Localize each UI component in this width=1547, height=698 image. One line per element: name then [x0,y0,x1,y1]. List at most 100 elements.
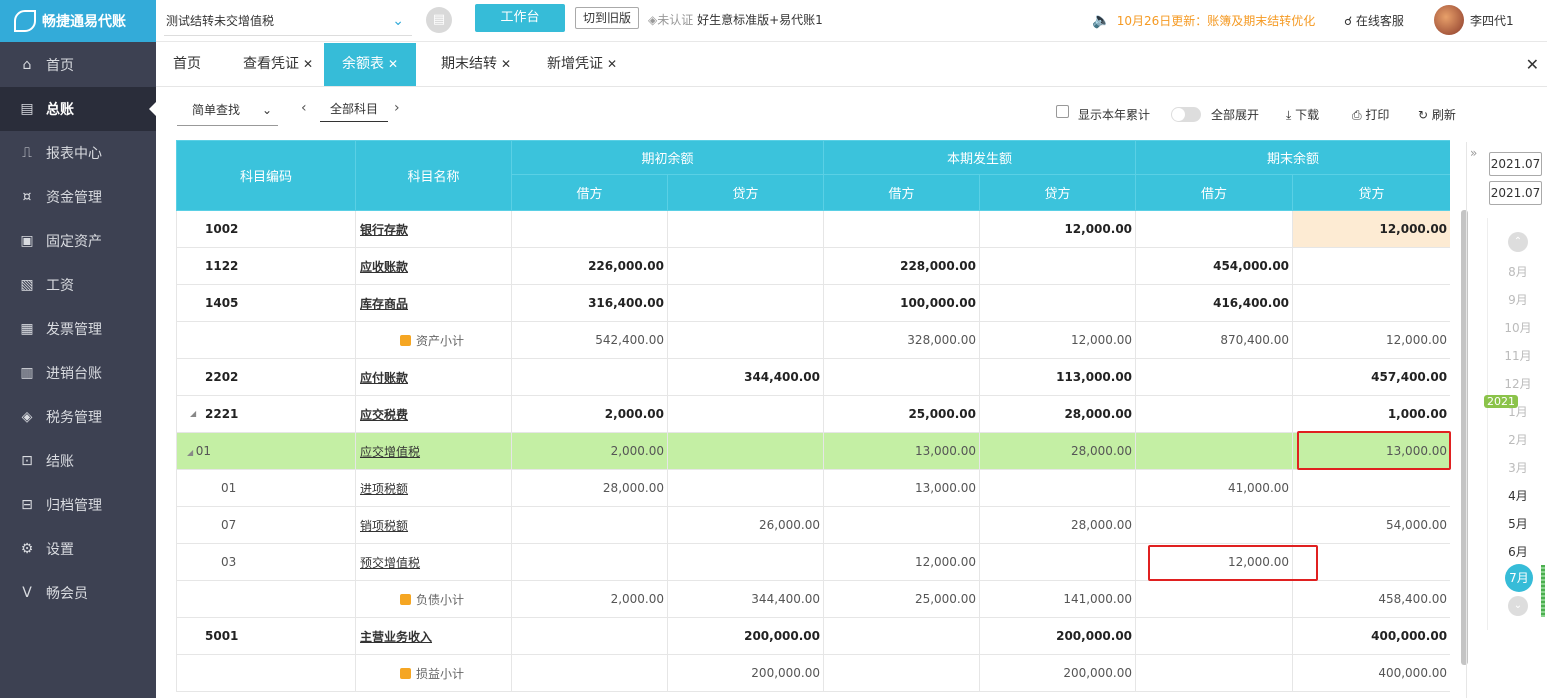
table-row[interactable]: ◢ 01 应交增值税 2,000.00 13,000.00 28,000.00 13,00… [176,432,1450,470]
sidebar-item-10[interactable]: ⊟ 归档管理 [0,483,156,527]
subject-name[interactable]: 应交税费 [360,408,408,422]
month-item[interactable]: 6月 [1488,543,1547,560]
subject-name[interactable]: 进项税额 [360,482,408,496]
subject-name[interactable]: 预交增值税 [360,556,420,570]
table-row[interactable]: 5001 主营业务收入 200,000.00 200,000.00 400,000.00 [176,617,1450,655]
table-row[interactable]: 07 销项税额 26,000.00 28,000.00 54,000.00 [176,506,1450,544]
tab-bar: 首页 查看凭证 ✕ 余额表 ✕ 期末结转 ✕ 新增凭证 ✕ ✕ [156,43,1547,87]
scroll-up-icon[interactable]: ⌃ [1508,232,1528,252]
sidebar-item-4[interactable]: ▣ 固定资产 [0,219,156,263]
tab-home[interactable]: 首页 [164,43,210,86]
sidebar-item-3[interactable]: ¤ 资金管理 [0,175,156,219]
close-all-tabs-icon[interactable]: ✕ [1526,55,1539,74]
period-end[interactable]: 2021.07 [1489,181,1542,205]
period-start[interactable]: 2021.07 [1489,152,1542,176]
month-item[interactable]: 9月 [1488,291,1547,308]
calendar-icon[interactable]: ▤ [426,7,452,33]
sidebar-item-0[interactable]: ⌂ 首页 [0,43,156,87]
sidebar-item-1[interactable]: ▤ 总账 [0,87,156,131]
collapse-panel-icon[interactable]: » [1470,146,1477,160]
expand-all-toggle[interactable] [1171,107,1201,122]
cell-amount: 41,000.00 [1135,469,1294,507]
cell-name[interactable]: 进项税额 [355,469,512,507]
tab-view-voucher[interactable]: 查看凭证 ✕ [236,43,320,86]
subject-name[interactable]: 应交增值税 [360,445,420,459]
close-icon[interactable]: ✕ [303,57,313,71]
table-row[interactable]: 01 进项税额 28,000.00 13,000.00 41,000.00 [176,469,1450,507]
subject-name[interactable]: 库存商品 [360,297,408,311]
refresh-button[interactable]: ↻ 刷新 [1418,106,1456,123]
table-row[interactable]: 负债小计 2,000.00 344,400.00 25,000.00 141,000.0… [176,580,1450,618]
scroll-down-icon[interactable]: ⌄ [1508,596,1528,616]
sidebar-item-2[interactable]: ⎍ 报表中心 [0,131,156,175]
table-row[interactable]: 1002 银行存款 12,000.00 12,000.00 [176,210,1450,248]
company-select[interactable]: 测试结转未交增值税 ⌄ [164,6,412,36]
cell-amount: 200,000.00 [979,654,1137,692]
month-item[interactable]: 11月 [1488,347,1547,364]
month-item[interactable]: 5月 [1488,515,1547,532]
show-year-checkbox[interactable] [1056,105,1069,118]
cell-name[interactable]: 预交增值税 [355,543,512,581]
download-button[interactable]: ⤓ 下载 [1286,106,1319,123]
sidebar-item-12[interactable]: V 畅会员 [0,571,156,615]
cell-name[interactable]: 销项税额 [355,506,512,544]
cell-name[interactable]: 应交增值税 [355,432,512,470]
sidebar-item-label: 首页 [46,58,74,74]
subject-name[interactable]: 银行存款 [360,223,408,237]
cell-name[interactable]: 应交税费 [355,395,512,433]
cell-amount [1135,210,1294,248]
expand-triangle-icon[interactable]: ◢ [190,409,196,418]
cell-amount: 344,400.00 [666,580,825,618]
chevron-right-icon[interactable]: › [394,100,400,116]
table-row[interactable]: ◢ 2221 应交税费 2,000.00 25,000.00 28,000.00 1,00… [176,395,1450,433]
subject-name[interactable]: 销项税额 [360,519,408,533]
cell-name[interactable]: 应付账款 [355,358,512,396]
month-item[interactable]: 3月 [1488,459,1547,476]
table-row[interactable]: 资产小计 542,400.00 328,000.00 12,000.00 870,400… [176,321,1450,359]
table-row[interactable]: 1122 应收账款 226,000.00 228,000.00 454,000.00 [176,247,1450,285]
subject-filter[interactable]: 全部科目 [320,98,388,122]
switch-old-version-button[interactable]: 切到旧版 [575,7,639,29]
table-row[interactable]: 1405 库存商品 316,400.00 100,000.00 416,400.00 [176,284,1450,322]
subject-name[interactable]: 应付账款 [360,371,408,385]
salary-icon: ▧ [20,277,34,293]
sidebar-item-11[interactable]: ⚙ 设置 [0,527,156,571]
cell-name[interactable]: 应收账款 [355,247,512,285]
month-item[interactable]: 12月 [1488,375,1547,392]
online-support-link[interactable]: ☌ 在线客服 [1344,12,1404,29]
app-logo[interactable]: 畅捷通易代账 [0,0,156,42]
tab-balance-sheet[interactable]: 余额表 ✕ [324,43,416,86]
expand-triangle-icon[interactable]: ◢ [187,448,196,457]
sidebar-item-6[interactable]: ▦ 发票管理 [0,307,156,351]
update-notice[interactable]: 🔈 10月26日更新：账簿及期末结转优化 [1092,11,1315,29]
current-month[interactable]: 7月 [1505,564,1533,592]
tab-period-end-carryover[interactable]: 期末结转 ✕ [434,43,518,86]
user-name[interactable]: 李四代1 [1470,12,1514,29]
sidebar-item-7[interactable]: ▥ 进销台账 [0,351,156,395]
subject-name[interactable]: 应收账款 [360,260,408,274]
close-icon[interactable]: ✕ [501,57,511,71]
sidebar-item-9[interactable]: ⊡ 结账 [0,439,156,483]
table-row[interactable]: 损益小计 200,000.00 200,000.00 400,000.00 [176,654,1450,692]
ledger-icon: ▤ [20,101,34,117]
chevron-left-icon[interactable]: ‹ [301,100,307,116]
month-item[interactable]: 2月 [1488,431,1547,448]
subject-name[interactable]: 主营业务收入 [360,630,432,644]
simple-search-select[interactable]: 简单查找 ⌄ [177,98,278,126]
month-item[interactable]: 4月 [1488,487,1547,504]
tab-new-voucher[interactable]: 新增凭证 ✕ [540,43,624,86]
sidebar-item-label: 税务管理 [46,410,102,426]
close-icon[interactable]: ✕ [388,57,398,71]
table-row[interactable]: 2202 应付账款 344,400.00 113,000.00 457,400.00 [176,358,1450,396]
month-item[interactable]: 10月 [1488,319,1547,336]
cell-name[interactable]: 银行存款 [355,210,512,248]
close-icon[interactable]: ✕ [607,57,617,71]
print-button[interactable]: ⎙ 打印 [1352,106,1389,123]
cell-name[interactable]: 主营业务收入 [355,617,512,655]
avatar[interactable] [1434,5,1464,35]
cell-name[interactable]: 库存商品 [355,284,512,322]
sidebar-item-8[interactable]: ◈ 税务管理 [0,395,156,439]
workbench-button[interactable]: 工作台 [475,4,565,32]
sidebar-item-5[interactable]: ▧ 工资 [0,263,156,307]
month-item[interactable]: 8月 [1488,263,1547,280]
